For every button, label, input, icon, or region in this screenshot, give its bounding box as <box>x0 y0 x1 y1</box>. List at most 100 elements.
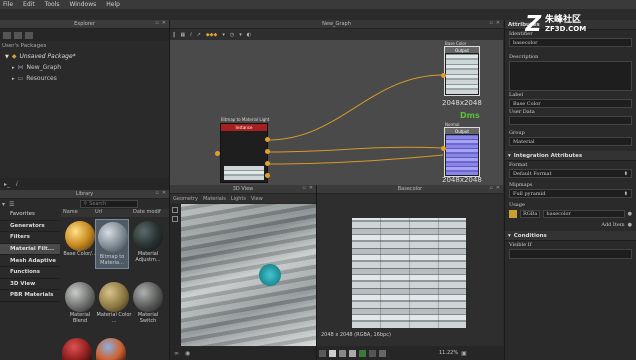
tree-item-graph[interactable]: ▸ ⋈ New_Graph <box>0 62 169 73</box>
library-search-input[interactable]: ⚲ Search <box>80 200 139 208</box>
category-generators[interactable]: Generators <box>0 221 60 233</box>
integration-section-header[interactable]: ▾ Integration Attributes <box>505 151 636 161</box>
terminal-icon[interactable]: ▸_ <box>4 181 10 188</box>
explorer-bottom-bar: ▸_ i <box>0 178 169 190</box>
new-package-icon[interactable] <box>3 31 11 39</box>
mipmaps-select[interactable]: Full pyramid ⬍ <box>509 189 632 198</box>
view3d-menu-materials[interactable]: Materials <box>203 196 226 202</box>
category-3d-view[interactable]: 3D View <box>0 279 60 291</box>
camera-icon[interactable]: ◉ <box>185 350 190 357</box>
category-label: Generators <box>10 222 45 229</box>
category-favorites[interactable]: Favorites <box>0 209 60 221</box>
link-icon[interactable]: ∞ <box>174 350 179 357</box>
view3d-viewport[interactable] <box>181 204 316 346</box>
user-data-field[interactable] <box>509 116 632 125</box>
source-node[interactable]: Bitmap to Material Light Instance <box>220 117 269 183</box>
channel-icon[interactable] <box>349 349 356 357</box>
texture-preview[interactable] <box>352 218 466 328</box>
library-item[interactable]: Material Switch <box>130 282 166 324</box>
view3d-menu-view[interactable]: View <box>251 196 263 202</box>
save-icon[interactable] <box>25 31 33 39</box>
checkbox-icon[interactable] <box>172 207 178 213</box>
chevron-right-icon[interactable]: ▸ <box>12 65 15 71</box>
menu-windows[interactable]: Windows <box>69 1 96 8</box>
open-icon[interactable] <box>14 31 22 39</box>
menu-help[interactable]: Help <box>106 1 120 8</box>
output-port[interactable] <box>265 161 270 166</box>
menu-file[interactable]: File <box>3 1 13 8</box>
input-port[interactable] <box>215 151 220 156</box>
chevron-down-icon[interactable]: ▼ <box>5 54 9 60</box>
fit-icon[interactable]: ▣ <box>461 350 467 357</box>
view3d-menu-lights[interactable]: Lights <box>231 196 246 202</box>
library-item-selected[interactable]: Bitmap to Materia... <box>95 219 129 269</box>
view3d-menu-geometry[interactable]: Geometry <box>173 196 198 202</box>
library-item[interactable]: Material Adjustm... <box>130 221 166 263</box>
remove-icon[interactable]: ● <box>628 211 632 217</box>
input-port[interactable] <box>441 146 446 151</box>
library-item[interactable]: Material Blend <box>62 282 98 324</box>
visible-if-field[interactable] <box>509 249 632 259</box>
library-item[interactable]: Material Color ... <box>96 282 132 324</box>
column-date[interactable]: Date modif <box>133 209 169 217</box>
material-sphere-icon <box>98 222 128 252</box>
close-icon[interactable]: ✕ <box>309 185 313 191</box>
filter-icon[interactable]: ▾ <box>2 201 5 208</box>
output-port[interactable] <box>265 149 270 154</box>
search-placeholder: Search <box>89 201 107 207</box>
zoom-level[interactable]: 11.22% <box>439 350 458 356</box>
column-url[interactable]: Url <box>95 209 133 217</box>
close-icon[interactable]: ✕ <box>496 185 500 191</box>
library-column-headers: Name Url Date modif <box>61 209 169 217</box>
usage-select[interactable]: basecolor <box>543 210 625 218</box>
float-icon[interactable]: ▫ <box>155 190 158 196</box>
label-field[interactable]: Base Color <box>509 99 632 108</box>
basecolor-node[interactable]: Base Color Output <box>444 41 480 96</box>
close-icon[interactable]: ✕ <box>162 20 166 26</box>
add-item-row: Add Item ● <box>505 219 636 231</box>
description-field[interactable] <box>509 61 632 91</box>
channel-icon[interactable] <box>319 349 326 357</box>
output-port[interactable] <box>265 173 270 178</box>
float-icon[interactable]: ▫ <box>302 185 305 191</box>
add-item-button[interactable]: Add Item <box>601 222 624 228</box>
group-field[interactable]: Material <box>509 137 632 146</box>
list-icon[interactable]: ☰ <box>9 201 14 208</box>
channel-icon[interactable] <box>379 349 386 357</box>
category-mesh-adaptive[interactable]: Mesh Adaptive <box>0 255 60 267</box>
identifier-field[interactable]: basecolor <box>509 38 632 47</box>
menu-tools[interactable]: Tools <box>45 1 60 8</box>
package-icon: ◆ <box>11 53 17 60</box>
input-port[interactable] <box>441 73 446 78</box>
channel-icon[interactable] <box>329 349 336 357</box>
attributes-panel: Attributes Identifier basecolor Descript… <box>504 20 636 360</box>
output-port[interactable] <box>265 137 270 142</box>
category-functions[interactable]: Functions <box>0 267 60 279</box>
package-item[interactable]: ▼ ◆ Unsaved Package* <box>0 51 169 62</box>
conditions-section-header[interactable]: ▾ Conditions <box>505 231 636 241</box>
checkbox-icon[interactable] <box>172 216 178 222</box>
category-pbr-materials[interactable]: PBR Materials <box>0 290 60 302</box>
float-icon[interactable]: ▫ <box>489 185 492 191</box>
float-icon[interactable]: ▫ <box>155 20 158 26</box>
info-icon[interactable]: i <box>16 181 18 188</box>
tree-item-resources[interactable]: ▸ ▭ Resources <box>0 73 169 84</box>
channel-icon[interactable] <box>369 349 376 357</box>
add-icon[interactable]: ● <box>628 222 632 228</box>
close-icon[interactable]: ✕ <box>162 190 166 196</box>
mipmaps-label: Mipmaps <box>509 182 533 188</box>
category-material-filters[interactable]: Material Filt... <box>0 243 60 256</box>
normal-node[interactable]: Normal Output <box>444 122 480 177</box>
menu-edit[interactable]: Edit <box>23 1 35 8</box>
normal-resolution: 2048x2048 <box>442 176 482 184</box>
channel-icon[interactable] <box>359 349 366 357</box>
format-select[interactable]: Default Format ⬍ <box>509 169 632 178</box>
usage-row: RGBa basecolor ● <box>509 209 632 219</box>
channel-icon[interactable] <box>339 349 346 357</box>
usage-channel[interactable]: RGBa <box>520 210 541 218</box>
library-item[interactable]: Base Color/... <box>62 221 98 257</box>
category-filters[interactable]: Filters <box>0 232 60 244</box>
gizmo-icon <box>259 264 281 286</box>
chevron-right-icon[interactable]: ▸ <box>12 76 15 82</box>
column-name[interactable]: Name <box>61 209 95 217</box>
